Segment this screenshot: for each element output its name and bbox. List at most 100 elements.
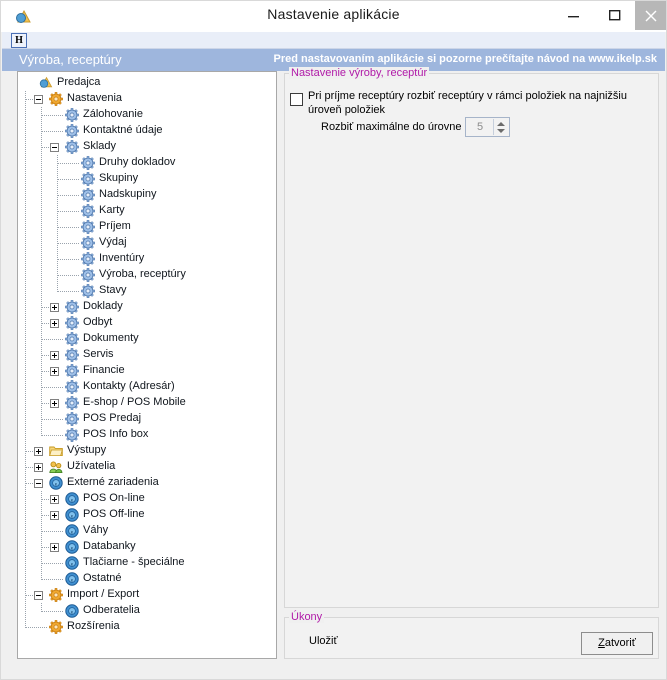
tree-connector	[41, 131, 63, 133]
tree-item-label: Externé zariadenia	[67, 476, 159, 488]
stepper-up-icon[interactable]	[497, 122, 505, 126]
tree-item[interactable]: e Externé zariadenia	[18, 475, 276, 491]
stepper-buttons[interactable]	[493, 119, 508, 135]
tree-toggle-plus-icon[interactable]	[34, 447, 43, 456]
tree-guide-line	[41, 491, 43, 580]
tree-connector	[57, 275, 79, 277]
stepper-down-icon[interactable]	[497, 129, 505, 133]
tree-item-label: POS Off-line	[83, 508, 145, 520]
blue-gear-icon	[81, 188, 95, 202]
tree-connector	[41, 611, 63, 613]
tree-connector	[57, 243, 79, 245]
tree-item[interactable]: Sklady	[18, 139, 276, 155]
tree-item[interactable]: e POS Off-line	[18, 507, 276, 523]
tree-toggle-plus-icon[interactable]	[50, 543, 59, 552]
max-level-label: Rozbiť maximálne do úrovne	[321, 121, 462, 133]
tree-item[interactable]: Predajca	[18, 75, 276, 91]
tree-item-label: Financie	[83, 364, 125, 376]
tree-item[interactable]: Doklady	[18, 299, 276, 315]
tree-toggle-plus-icon[interactable]	[50, 319, 59, 328]
save-link[interactable]: Uložiť	[309, 635, 338, 647]
split-recipes-checkbox[interactable]	[290, 93, 303, 106]
tree-connector	[41, 419, 63, 421]
tree-toggle-plus-icon[interactable]	[34, 463, 43, 472]
maximize-icon	[608, 9, 620, 20]
tree-connector	[41, 115, 63, 117]
max-level-stepper[interactable]: 5	[465, 117, 510, 137]
blue-gear-icon	[65, 428, 79, 442]
tree-item-label: Odberatelia	[83, 604, 140, 616]
tree-item[interactable]: Výstupy	[18, 443, 276, 459]
tree-item-label: Nadskupiny	[99, 188, 157, 200]
close-dialog-button[interactable]: Zatvoriť	[581, 632, 653, 655]
tree-connector	[57, 179, 79, 181]
tree-item-label: Výstupy	[67, 444, 107, 456]
blue-gear-icon	[81, 172, 95, 186]
actions-group-label: Úkony	[289, 611, 325, 623]
minimize-icon	[567, 15, 579, 17]
tree-item-label: POS On-line	[83, 492, 145, 504]
tree-toggle-minus-icon[interactable]	[34, 95, 43, 104]
tree-connector	[41, 339, 63, 341]
tree-item-label: Ostatné	[83, 572, 122, 584]
blue-circle-icon: e	[65, 492, 79, 506]
blue-gear-icon	[65, 412, 79, 426]
settings-tree[interactable]: Predajca Nastavenia Zálohovanie Kontaktn…	[17, 71, 277, 659]
blue-circle-icon: e	[65, 572, 79, 586]
title-bar: Nastavenie aplikácie	[1, 1, 666, 32]
tree-guide-line	[41, 107, 43, 436]
tree-toggle-plus-icon[interactable]	[50, 367, 59, 376]
blue-circle-icon: e	[65, 508, 79, 522]
tree-toggle-minus-icon[interactable]	[34, 591, 43, 600]
blue-gear-icon	[65, 316, 79, 330]
maximize-button[interactable]	[594, 1, 635, 30]
tree-toggle-minus-icon[interactable]	[34, 479, 43, 488]
blue-gear-icon	[81, 236, 95, 250]
tree-toggle-plus-icon[interactable]	[50, 495, 59, 504]
tree-item[interactable]: Odbyt	[18, 315, 276, 331]
tree-connector	[41, 579, 63, 581]
tree-item-label: Inventúry	[99, 252, 145, 264]
tree-item-label: Nastavenia	[67, 92, 123, 104]
blue-gear-icon	[65, 300, 79, 314]
tree-toggle-plus-icon[interactable]	[50, 399, 59, 408]
tree-item[interactable]: Rozšírenia	[18, 619, 276, 635]
tree-item[interactable]: Financie	[18, 363, 276, 379]
tree-item[interactable]: e POS On-line	[18, 491, 276, 507]
help-button[interactable]: H	[11, 33, 27, 48]
tree-toggle-minus-icon[interactable]	[50, 143, 59, 152]
tree-item-label: Import / Export	[67, 588, 140, 600]
blue-gear-icon	[65, 140, 79, 154]
tree-item-label: Príjem	[99, 220, 131, 232]
application-window: Nastavenie aplikácie H Výroba, receptúry…	[0, 0, 667, 680]
orange-gear-icon	[49, 92, 63, 106]
tree-item[interactable]: Užívatelia	[18, 459, 276, 475]
tree-item-label: E-shop / POS Mobile	[83, 396, 186, 408]
tree-item[interactable]: Import / Export	[18, 587, 276, 603]
tree-toggle-plus-icon[interactable]	[50, 303, 59, 312]
tree-item-label: Servis	[83, 348, 114, 360]
tree-item[interactable]: Nastavenia	[18, 91, 276, 107]
blue-gear-icon	[81, 252, 95, 266]
tree-item-label: Výdaj	[99, 236, 127, 248]
tree-toggle-plus-icon[interactable]	[50, 511, 59, 520]
tree-item[interactable]: E-shop / POS Mobile	[18, 395, 276, 411]
users-icon	[49, 460, 63, 474]
folder-icon	[49, 444, 63, 458]
tree-guide-line	[25, 91, 27, 628]
minimize-button[interactable]	[553, 1, 594, 30]
settings-group-label: Nastavenie výroby, receptúr	[289, 67, 430, 79]
close-button[interactable]	[635, 1, 666, 30]
tree-item[interactable]: Servis	[18, 347, 276, 363]
tree-item-label: Odbyt	[83, 316, 113, 328]
tree-item-label: POS Info box	[83, 428, 149, 440]
tree-item[interactable]: e Databanky	[18, 539, 276, 555]
tree-item-label: Databanky	[83, 540, 136, 552]
blue-gear-icon	[81, 220, 95, 234]
tree-connector	[57, 195, 79, 197]
section-title: Výroba, receptúry	[19, 52, 122, 67]
tree-item-label: Stavy	[99, 284, 127, 296]
blue-gear-icon	[81, 268, 95, 282]
tree-item-label: Váhy	[83, 524, 109, 536]
tree-toggle-plus-icon[interactable]	[50, 351, 59, 360]
